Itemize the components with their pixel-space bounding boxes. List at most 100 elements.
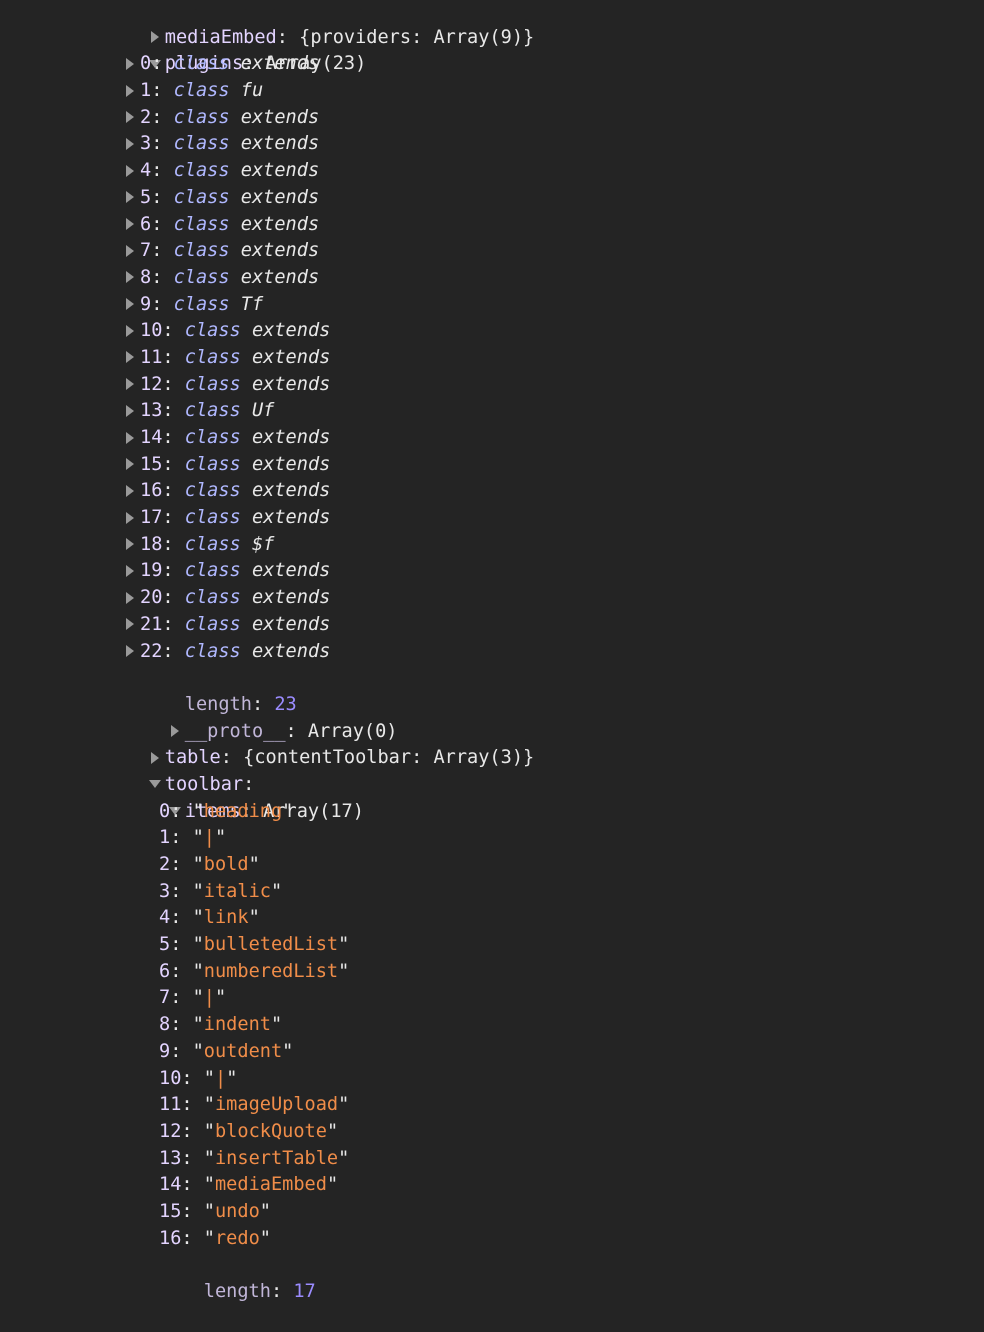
plugin-row[interactable]: 19: class extends <box>0 558 984 585</box>
array-index: 9 <box>140 293 152 315</box>
class-keyword: class <box>184 346 241 368</box>
tree-row-table[interactable]: table: {contentToolbar: Array(3)} <box>0 719 984 768</box>
triangle-right-icon[interactable] <box>123 84 137 98</box>
plugin-row[interactable]: 8: class extends <box>0 265 984 292</box>
array-index: 12 <box>140 373 163 395</box>
array-index: 3 <box>159 880 171 902</box>
class-keyword: class <box>184 427 241 448</box>
plugin-row[interactable]: 1: class fu <box>0 78 984 105</box>
triangle-right-icon[interactable] <box>123 270 137 284</box>
plugin-row[interactable]: 22: class extends <box>0 639 984 666</box>
array-index: 19 <box>140 560 163 582</box>
array-index: 20 <box>140 587 163 609</box>
toolbar-item-row: 12: "blockQuote" <box>159 1120 339 1142</box>
triangle-right-icon[interactable] <box>123 244 137 258</box>
plugin-row[interactable]: 15: class extends <box>0 452 984 479</box>
triangle-right-icon[interactable] <box>123 484 137 498</box>
triangle-right-icon[interactable] <box>123 431 137 445</box>
triangle-right-icon[interactable] <box>123 57 137 71</box>
class-name: extends <box>251 480 331 502</box>
triangle-right-icon[interactable] <box>123 190 137 204</box>
tree-row-plugins-length: length: 23 <box>184 693 297 715</box>
plugin-row[interactable]: 0: class extends <box>0 51 984 78</box>
triangle-right-icon[interactable] <box>123 644 137 658</box>
plugin-row[interactable]: 18: class $f <box>0 532 984 559</box>
toolbar-item-row: 5: "bulletedList" <box>159 934 350 956</box>
array-index: 1 <box>140 80 152 102</box>
tree-row-mediaembed[interactable]: mediaEmbed: {providers: Array(9)} <box>0 0 984 48</box>
array-index: 16 <box>159 1227 182 1249</box>
plugin-row[interactable]: 5: class extends <box>0 185 984 212</box>
plugin-row[interactable]: 9: class Tf <box>0 292 984 319</box>
plugin-row[interactable]: 12: class extends <box>0 372 984 399</box>
tree-row-plugins[interactable]: plugins: Array(23) <box>0 25 984 74</box>
string-value: insertTable <box>214 1147 339 1169</box>
triangle-right-icon[interactable] <box>123 537 137 551</box>
triangle-right-icon[interactable] <box>123 110 137 124</box>
triangle-right-icon[interactable] <box>123 350 137 364</box>
plugin-row[interactable]: 20: class extends <box>0 585 984 612</box>
array-index: 0 <box>159 800 171 822</box>
triangle-right-icon[interactable] <box>123 377 137 391</box>
toolbar-item-row: 6: "numberedList" <box>159 960 350 982</box>
array-index: 7 <box>159 987 171 1009</box>
toolbar-item-row: 9: "outdent" <box>159 1040 294 1062</box>
plugin-row[interactable]: 6: class extends <box>0 212 984 239</box>
triangle-right-icon[interactable] <box>123 511 137 525</box>
plugin-row[interactable]: 13: class Uf <box>0 398 984 425</box>
array-index: 4 <box>159 907 171 929</box>
triangle-right-icon[interactable] <box>123 217 137 231</box>
tree-row-plugins-proto[interactable]: __proto__: Array(0) <box>0 692 984 742</box>
array-index: 13 <box>140 400 163 422</box>
property-value: 17 <box>293 1281 316 1303</box>
plugins-list: 0: class extends 1: class fu 2: class exte… <box>0 51 984 665</box>
class-keyword: class <box>184 400 241 422</box>
plugin-row[interactable]: 3: class extends <box>0 131 984 158</box>
array-index: 14 <box>159 1174 182 1196</box>
plugin-row[interactable]: 16: class extends <box>0 478 984 505</box>
toolbar-item-row: 16: "redo" <box>159 1227 271 1249</box>
plugin-row[interactable]: 10: class extends <box>0 318 984 345</box>
triangle-right-icon[interactable] <box>123 457 137 471</box>
class-name: extends <box>240 133 320 155</box>
class-keyword: class <box>173 80 230 102</box>
string-value: | <box>203 827 215 849</box>
class-name: extends <box>251 587 331 609</box>
triangle-right-icon[interactable] <box>123 297 137 311</box>
class-keyword: class <box>184 507 241 529</box>
plugin-row[interactable]: 7: class extends <box>0 238 984 265</box>
plugin-row[interactable]: 17: class extends <box>0 505 984 532</box>
string-value: undo <box>214 1200 260 1222</box>
class-name: extends <box>240 213 320 235</box>
class-keyword: class <box>184 560 241 582</box>
property-key: length <box>203 1281 271 1303</box>
array-index: 2 <box>159 854 171 875</box>
string-value: imageUpload <box>214 1094 339 1116</box>
array-index: 6 <box>140 213 152 235</box>
array-index: 2 <box>140 106 152 128</box>
triangle-right-icon[interactable] <box>123 404 137 418</box>
string-value: redo <box>214 1227 260 1249</box>
toolbar-item-row: 7: "|" <box>159 987 227 1009</box>
plugin-row[interactable]: 2: class extends <box>0 105 984 132</box>
plugin-row[interactable]: 21: class extends <box>0 612 984 639</box>
string-value: bold <box>203 854 249 875</box>
class-keyword: class <box>173 240 230 262</box>
array-index: 22 <box>140 640 163 662</box>
plugin-row[interactable]: 4: class extends <box>0 158 984 185</box>
array-index: 13 <box>159 1147 182 1169</box>
triangle-right-icon[interactable] <box>123 137 137 151</box>
triangle-right-icon[interactable] <box>123 617 137 631</box>
plugin-row[interactable]: 11: class extends <box>0 345 984 372</box>
plugin-row[interactable]: 14: class extends <box>0 425 984 452</box>
array-index: 5 <box>159 934 171 956</box>
array-index: 1 <box>159 827 171 849</box>
triangle-right-icon[interactable] <box>123 591 137 605</box>
triangle-right-icon[interactable] <box>123 164 137 178</box>
tree-row-toolbar-items[interactable]: items: Array(17) <box>0 772 984 822</box>
triangle-right-icon[interactable] <box>123 564 137 578</box>
triangle-right-icon[interactable] <box>123 324 137 338</box>
toolbar-item-row: 10: "|" <box>159 1067 238 1089</box>
array-index: 10 <box>140 320 163 342</box>
tree-row-toolbar[interactable]: toolbar: <box>0 745 984 795</box>
